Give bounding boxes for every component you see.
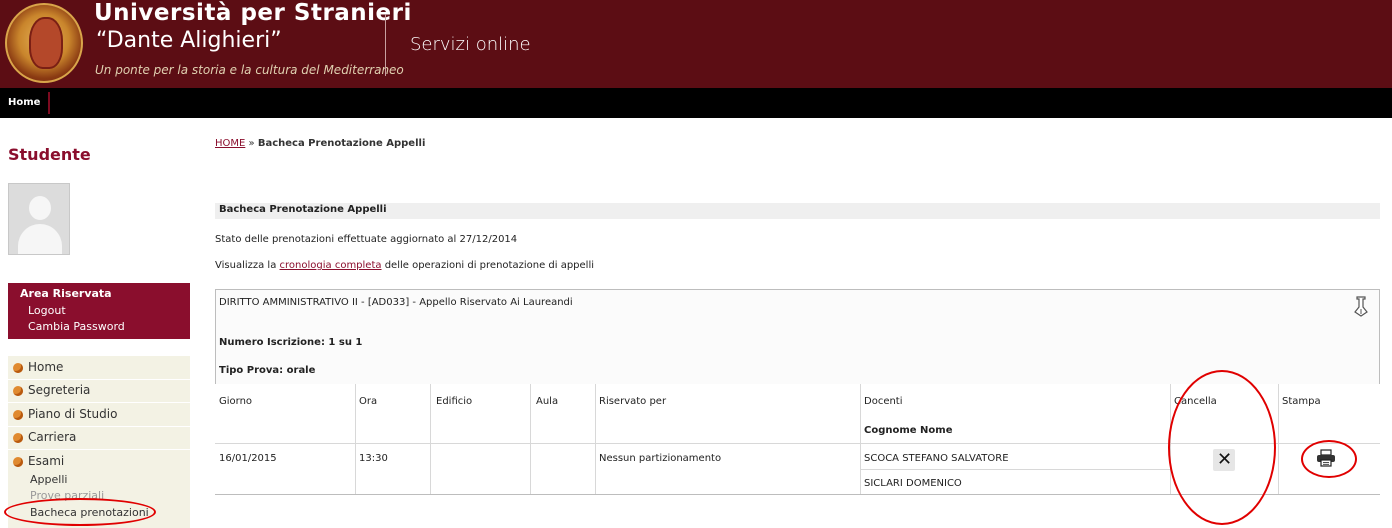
highlight-annotation <box>1301 440 1357 478</box>
column-header-aula: Aula <box>536 396 559 407</box>
sidebar-item-piano-di-studio[interactable]: Piano di Studio <box>8 405 190 427</box>
column-header-riservato-per: Riservato per <box>599 396 667 407</box>
breadcrumb-home-link[interactable]: HOME <box>215 138 245 149</box>
sidebar-item-home[interactable]: Home <box>8 358 190 380</box>
table-divider <box>860 384 861 494</box>
sidebar-item-esami[interactable]: Esami <box>8 452 190 474</box>
sidebar-item-label: Carriera <box>28 430 77 444</box>
table-divider <box>1278 384 1279 494</box>
university-motto: Un ponte per la storia e la cultura del … <box>95 63 404 77</box>
column-header-docenti: Docenti <box>864 396 903 407</box>
history-line: Visualizza la cronologia completa delle … <box>215 260 594 271</box>
university-seal-logo[interactable] <box>5 3 83 83</box>
pen-icon[interactable] <box>1352 295 1370 317</box>
nav-separator <box>48 92 50 114</box>
table-divider <box>430 384 431 494</box>
breadcrumb-separator: » <box>245 138 258 149</box>
column-header-stampa: Stampa <box>1282 396 1321 407</box>
history-text-before: Visualizza la <box>215 260 280 271</box>
sidebar-title: Studente <box>8 145 91 164</box>
highlight-annotation <box>4 498 156 526</box>
orange-dot-icon <box>13 410 23 420</box>
header-divider <box>385 14 386 76</box>
section-heading: Bacheca Prenotazione Appelli <box>215 203 1380 219</box>
exam-type: Tipo Prova: orale <box>219 365 316 376</box>
column-header-ora: Ora <box>359 396 378 407</box>
history-text-after: delle operazioni di prenotazione di appe… <box>381 260 595 271</box>
sidebar-item-carriera[interactable]: Carriera <box>8 428 190 450</box>
top-navbar <box>0 88 1392 118</box>
sidebar-item-label: Segreteria <box>28 383 91 397</box>
cell-giorno: 16/01/2015 <box>219 453 277 464</box>
orange-dot-icon <box>13 363 23 373</box>
section-heading-text: Bacheca Prenotazione Appelli <box>219 204 387 215</box>
table-divider <box>860 469 1170 470</box>
avatar <box>8 183 70 255</box>
highlight-annotation <box>1168 370 1276 525</box>
orange-dot-icon <box>13 433 23 443</box>
enrollment-number: Numero Iscrizione: 1 su 1 <box>219 337 363 348</box>
sidebar-item-label: Piano di Studio <box>28 407 118 421</box>
cell-docente: SCOCA STEFANO SALVATORE <box>864 453 1009 464</box>
table-divider <box>595 384 596 494</box>
history-link[interactable]: cronologia completa <box>280 260 382 271</box>
university-subtitle: “Dante Alighieri” <box>96 28 282 53</box>
cell-docente: SICLARI DOMENICO <box>864 478 962 489</box>
exam-title: DIRITTO AMMINISTRATIVO II - [AD033] - Ap… <box>219 297 573 308</box>
cell-riservato-per: Nessun partizionamento <box>599 453 722 464</box>
submenu-appelli[interactable]: Appelli <box>30 473 67 486</box>
logout-link[interactable]: Logout <box>28 304 66 317</box>
status-line: Stato delle prenotazioni effettuate aggi… <box>215 234 518 245</box>
orange-dot-icon <box>13 457 23 467</box>
cell-ora: 13:30 <box>359 453 388 464</box>
sidebar-item-segreteria[interactable]: Segreteria <box>8 381 190 403</box>
breadcrumb: HOME » Bacheca Prenotazione Appelli <box>215 138 425 149</box>
nav-home-link[interactable]: Home <box>8 97 40 108</box>
university-title: Università per Stranieri <box>94 0 412 26</box>
reserved-area-title: Area Riservata <box>20 287 112 300</box>
sidebar-item-label: Home <box>28 360 64 374</box>
breadcrumb-current: Bacheca Prenotazione Appelli <box>257 138 426 149</box>
services-title: Servizi online <box>410 34 531 55</box>
column-header-edificio: Edificio <box>436 396 473 407</box>
table-divider <box>530 384 531 494</box>
column-subheader-cognome-nome: Cognome Nome <box>864 425 953 436</box>
change-password-link[interactable]: Cambia Password <box>28 320 125 333</box>
orange-dot-icon <box>13 386 23 396</box>
table-divider <box>355 384 356 494</box>
column-header-giorno: Giorno <box>219 396 253 407</box>
sidebar-item-label: Esami <box>28 454 65 468</box>
